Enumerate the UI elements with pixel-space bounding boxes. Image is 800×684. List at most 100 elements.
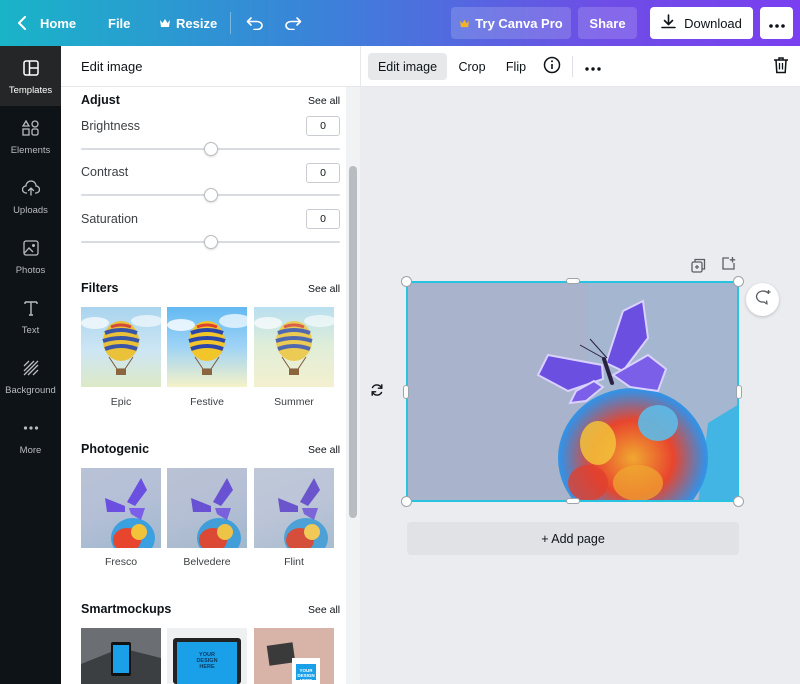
rotate-icon [370, 383, 384, 402]
contrast-value-input[interactable]: 0 [306, 163, 340, 183]
contrast-label: Contrast [81, 165, 129, 179]
filter-thumbnail-summer[interactable] [254, 307, 334, 387]
text-icon [23, 300, 39, 321]
slider-knob[interactable] [204, 235, 218, 249]
saturation-value-input[interactable]: 0 [306, 209, 340, 229]
home-button[interactable]: Home [17, 0, 76, 46]
info-icon [543, 56, 561, 77]
rail-item-label: Templates [8, 85, 53, 96]
duplicate-page-button[interactable] [690, 258, 706, 276]
background-icon [23, 360, 39, 381]
chevron-left-icon [17, 16, 27, 30]
filters-see-all-link[interactable]: See all [308, 283, 340, 295]
try-pro-label: Try Canva Pro [475, 15, 563, 31]
saturation-slider[interactable] [81, 235, 340, 249]
resize-handle-bottom[interactable] [566, 498, 580, 504]
rail-item-label: Photos [15, 265, 46, 276]
filters-section-title: Filters [81, 281, 119, 295]
file-menu-button[interactable]: File [108, 0, 130, 46]
try-canva-pro-button[interactable]: Try Canva Pro [451, 7, 571, 39]
rail-item-elements[interactable]: Elements [0, 106, 61, 166]
rail-item-label: Uploads [13, 205, 48, 216]
more-horizontal-icon [768, 16, 785, 31]
more-options-button[interactable] [760, 7, 793, 39]
rail-item-more[interactable]: More [0, 406, 61, 466]
photogenic-label: Fresco [104, 556, 138, 568]
design-page-image[interactable] [406, 281, 739, 502]
resize-handle-bottom-left[interactable] [401, 496, 412, 507]
rail-item-label: Background [5, 385, 56, 396]
resize-handle-top-left[interactable] [401, 276, 412, 287]
brightness-value-input[interactable]: 0 [306, 116, 340, 136]
adjust-section-title: Adjust [81, 93, 120, 107]
share-button[interactable]: Share [578, 7, 637, 39]
rail-item-uploads[interactable]: Uploads [0, 166, 61, 226]
photogenic-see-all-link[interactable]: See all [308, 444, 340, 456]
rail-item-label: Elements [10, 145, 51, 156]
templates-icon [22, 60, 39, 81]
mockup-text-line: HERE [199, 664, 215, 670]
rail-item-label: Text [21, 325, 40, 336]
toolbar-divider [230, 12, 231, 34]
home-label: Home [40, 15, 77, 31]
butterfly-image [191, 478, 241, 548]
filter-label: Epic [110, 396, 132, 408]
mockup-thumbnail-laptop[interactable]: YOUR DESIGN HERE [167, 628, 247, 684]
elements-icon [21, 119, 40, 141]
phone-mockup-image [81, 628, 161, 684]
rotate-handle[interactable] [368, 383, 386, 401]
photogenic-thumbnail-belvedere[interactable] [167, 468, 247, 548]
photogenic-thumbnail-fresco[interactable] [81, 468, 161, 548]
more-tools-button[interactable] [580, 53, 606, 80]
undo-button[interactable] [246, 0, 264, 46]
mockup-placeholder-text: YOUR DESIGN HERE [167, 652, 247, 670]
undo-icon [246, 16, 264, 30]
download-label: Download [684, 15, 742, 31]
filter-thumbnail-epic[interactable] [81, 307, 161, 387]
smartmockups-see-all-link[interactable]: See all [308, 604, 340, 616]
info-button[interactable] [539, 53, 565, 80]
edit-image-button[interactable]: Edit image [368, 53, 447, 80]
redo-icon [284, 16, 302, 30]
rail-item-text[interactable]: Text [0, 286, 61, 346]
rail-item-background[interactable]: Background [0, 346, 61, 406]
resize-handle-left[interactable] [403, 385, 409, 399]
contrast-slider[interactable] [81, 188, 340, 202]
filter-thumbnail-festive[interactable] [167, 307, 247, 387]
resize-handle-right[interactable] [736, 385, 742, 399]
crown-icon [459, 16, 470, 31]
download-button[interactable]: Download [650, 7, 753, 39]
delete-button[interactable] [768, 53, 794, 80]
panel-header: Edit image [61, 46, 360, 87]
slider-knob[interactable] [204, 142, 218, 156]
resize-button[interactable]: Resize [159, 0, 217, 46]
resize-handle-top-right[interactable] [733, 276, 744, 287]
rail-item-templates[interactable]: Templates [0, 46, 61, 106]
panel-scrollbar-thumb[interactable] [349, 166, 357, 518]
brightness-slider[interactable] [81, 142, 340, 156]
adjust-see-all-link[interactable]: See all [308, 95, 340, 107]
slider-knob[interactable] [204, 188, 218, 202]
butterfly-image [278, 478, 328, 548]
photogenic-thumbnail-flint[interactable] [254, 468, 334, 548]
redo-button[interactable] [284, 0, 302, 46]
more-horizontal-icon [585, 60, 601, 74]
resize-handle-bottom-right[interactable] [733, 496, 744, 507]
photogenic-label: Flint [284, 556, 304, 568]
mockup-thumbnail-print[interactable]: YOUR DESIGN HERE [254, 628, 334, 684]
resize-label: Resize [176, 15, 218, 31]
download-icon [661, 14, 676, 32]
comment-button[interactable] [746, 283, 779, 316]
add-page-button[interactable]: + Add page [407, 522, 739, 555]
resize-handle-top[interactable] [566, 278, 580, 284]
flip-button[interactable]: Flip [499, 53, 533, 80]
mockup-thumbnail-phone[interactable] [81, 628, 161, 684]
crop-button[interactable]: Crop [452, 53, 492, 80]
balloon-image [81, 315, 161, 375]
add-new-page-button[interactable] [720, 257, 736, 274]
mockup-placeholder-text: YOUR DESIGN HERE [294, 668, 318, 683]
balloon-image [254, 315, 334, 375]
filter-label: Summer [274, 396, 314, 408]
smartmockups-section-title: Smartmockups [81, 602, 172, 616]
rail-item-photos[interactable]: Photos [0, 226, 61, 286]
